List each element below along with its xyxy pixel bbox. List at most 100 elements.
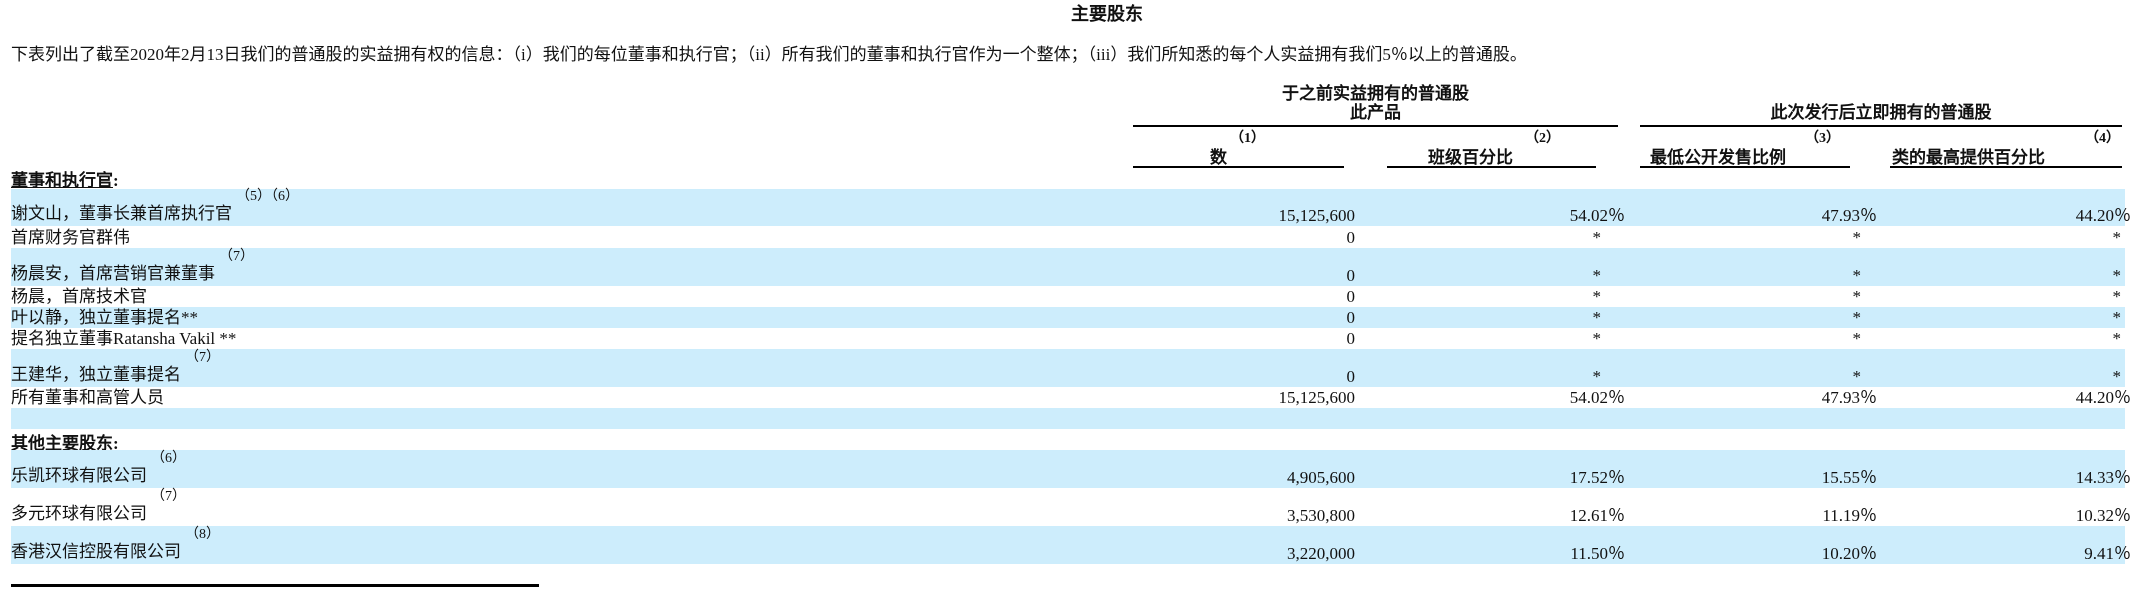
table-row: 王建华，独立董事提名 （7） 0 * * *: [11, 349, 2125, 387]
table-row: 多元环球有限公司 （7） 3,530,800 12.61％ 11.19％ 10.3…: [11, 488, 2131, 526]
table-row: 谢文山，董事长兼首席执行官 （5）（6） 15,125,600 54.02％ 47…: [11, 189, 2131, 226]
class-pct-value: *: [1592, 228, 1602, 247]
holder-name: 叶以静，独立董事提名**: [11, 308, 198, 327]
max-pct-value: *: [2112, 308, 2122, 327]
class-pct-value: *: [1592, 367, 1602, 386]
holder-name: 香港汉信控股有限公司 （8）: [11, 527, 220, 564]
max-pct-value: 14.33％: [2075, 468, 2131, 487]
col3-rule: [1640, 166, 1850, 168]
shares-value: 0: [1346, 308, 1356, 327]
min-pct-value: *: [1852, 228, 1862, 247]
page-title: 主要股东: [1071, 4, 1143, 24]
table-row: 杨晨安，首席营销官兼董事 （7） 0 * * *: [11, 248, 2125, 286]
section-directors-label: 董事和执行官: [11, 171, 113, 190]
shares-value: 0: [1346, 367, 1356, 386]
class-pct-value: 12.61％: [1569, 506, 1625, 525]
table-row: 提名独立董事Ratansha Vakil ** 0 * * *: [11, 328, 2125, 349]
col4-header: 类的最高提供百分比: [1892, 148, 2045, 167]
class-pct-value: *: [1592, 308, 1602, 327]
holder-name: 多元环球有限公司 （7）: [11, 489, 186, 526]
min-pct-value: *: [1852, 287, 1862, 306]
footnote-ref: （7）: [185, 350, 220, 365]
max-pct-value: *: [2112, 367, 2122, 386]
min-pct-value: 47.93％: [1821, 206, 1877, 225]
holder-name: 杨晨，首席技术官: [11, 287, 147, 306]
holder-name: 杨晨安，首席营销官兼董事 （7）: [11, 249, 254, 286]
class-pct-value: 54.02％: [1569, 388, 1625, 407]
col2-rule: [1387, 166, 1596, 168]
shares-value: 15,125,600: [1278, 388, 1356, 407]
max-pct-value: *: [2112, 266, 2122, 285]
min-pct-value: 47.93％: [1821, 388, 1877, 407]
class-pct-value: *: [1592, 266, 1602, 285]
shares-value: 0: [1346, 287, 1356, 306]
min-pct-value: 11.19％: [1822, 506, 1877, 525]
footnote-ref: （6）: [151, 451, 186, 466]
col3-note: （3）: [1805, 131, 1840, 146]
footnote-ref: （7）: [151, 489, 186, 504]
table-row: 杨晨，首席技术官 0 * * *: [11, 286, 2125, 307]
max-pct-value: 44.20％: [2075, 388, 2131, 407]
group-header-after: 此次发行后立即拥有的普通股: [1770, 103, 1992, 122]
table-row: 所有董事和高管人员 15,125,600 54.02％ 47.93％ 44.20…: [11, 387, 2131, 408]
holder-name-text: 杨晨安，首席营销官兼董事: [11, 264, 215, 283]
class-pct-value: 17.52％: [1569, 468, 1625, 487]
col4-note: （4）: [2085, 131, 2120, 146]
class-pct-value: 11.50％: [1570, 544, 1625, 563]
holder-name-text: 香港汉信控股有限公司: [11, 542, 181, 561]
footnote-separator: [11, 584, 539, 587]
shares-value: 0: [1346, 329, 1356, 348]
group-header-before: 于之前实益拥有的普通股 此产品: [1133, 84, 1618, 122]
holder-name: 王建华，独立董事提名 （7）: [11, 350, 220, 387]
table-row: 首席财务官群伟 0 * * *: [11, 226, 2125, 248]
max-pct-value: *: [2112, 329, 2122, 348]
intro-text: 下表列出了截至2020年2月13日我们的普通股的实益拥有权的信息：（i）我们的每…: [11, 45, 1527, 64]
holder-name-text: 多元环球有限公司: [11, 504, 147, 523]
holder-name-text: 乐凯环球有限公司: [11, 466, 147, 485]
min-pct-value: *: [1852, 266, 1862, 285]
min-pct-value: 15.55％: [1821, 468, 1877, 487]
max-pct-value: *: [2112, 287, 2122, 306]
footnote-ref: （7）: [219, 249, 254, 264]
col2-header: 班级百分比: [1428, 148, 1513, 167]
col1-header: 数: [1210, 148, 1227, 167]
max-pct-value: 44.20％: [2075, 206, 2131, 225]
table-row: 香港汉信控股有限公司 （8） 3,220,000 11.50％ 10.20％ 9.…: [11, 526, 2131, 564]
col1-note: （1）: [1230, 131, 1265, 146]
min-pct-value: 10.20％: [1821, 544, 1877, 563]
footnote-ref: （8）: [185, 527, 220, 542]
holder-name: 首席财务官群伟: [11, 228, 130, 247]
col4-rule: [1890, 166, 2122, 168]
holder-name: 提名独立董事Ratansha Vakil **: [11, 329, 237, 348]
holder-name-text: 谢文山，董事长兼首席执行官: [11, 204, 232, 223]
holder-name: 所有董事和高管人员: [11, 388, 164, 407]
col1-rule: [1133, 166, 1344, 168]
holder-name-text: 王建华，独立董事提名: [11, 365, 181, 384]
shares-value: 3,220,000: [1287, 544, 1355, 563]
class-pct-value: 54.02％: [1569, 206, 1625, 225]
class-pct-value: *: [1592, 329, 1602, 348]
min-pct-value: *: [1852, 367, 1862, 386]
col2-note: （2）: [1525, 131, 1560, 146]
table-row: 乐凯环球有限公司 （6） 4,905,600 17.52％ 15.55％ 14.3…: [11, 450, 2131, 488]
holder-name: 乐凯环球有限公司 （6）: [11, 451, 186, 488]
section-directors: 董事和执行官:: [11, 166, 119, 191]
max-pct-value: 10.32％: [2075, 506, 2131, 525]
shares-value: 0: [1346, 266, 1356, 285]
group-header-before-line2: 此产品: [1350, 103, 1401, 122]
col3-header: 最低公开发售比例: [1650, 148, 1786, 167]
group-divider-after: [1640, 125, 2122, 127]
footnote-ref: （5）（6）: [236, 189, 299, 204]
max-pct-value: 9.41％: [2084, 544, 2131, 563]
group-header-before-line1: 于之前实益拥有的普通股: [1282, 84, 1469, 103]
spacer-row: [11, 408, 2125, 429]
shares-value: 4,905,600: [1287, 468, 1355, 487]
section-colon: :: [113, 171, 119, 190]
class-pct-value: *: [1592, 287, 1602, 306]
holder-name: 谢文山，董事长兼首席执行官 （5）（6）: [11, 189, 299, 226]
shares-value: 0: [1346, 228, 1356, 247]
min-pct-value: *: [1852, 308, 1862, 327]
max-pct-value: *: [2112, 228, 2122, 247]
min-pct-value: *: [1852, 329, 1862, 348]
shares-value: 15,125,600: [1278, 206, 1356, 225]
